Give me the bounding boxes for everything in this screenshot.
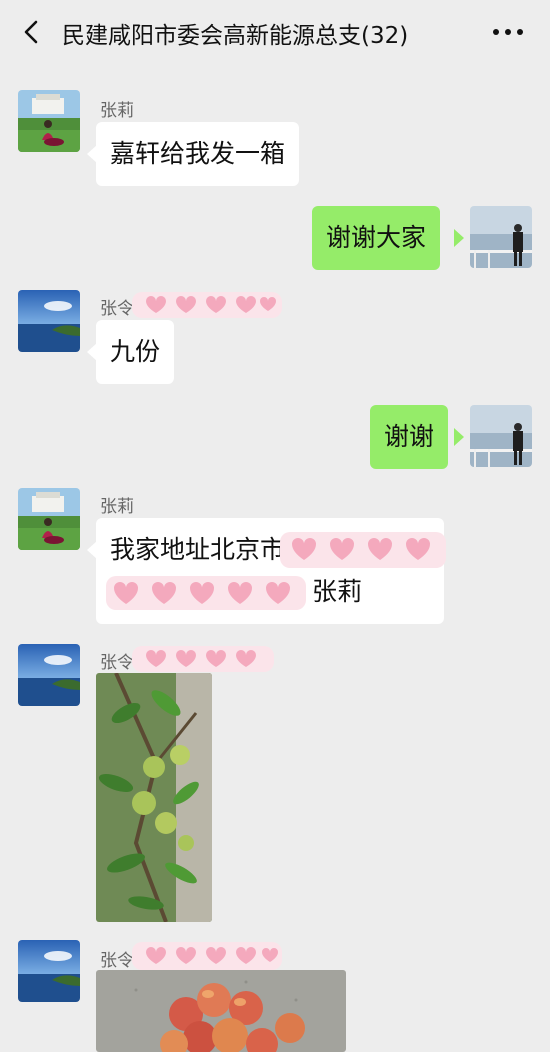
avatar-zhangling[interactable] [18,644,80,706]
avatar-me[interactable] [470,405,532,467]
address-line-2: 张莉 [312,577,363,606]
message-bubble[interactable]: 九份 [96,320,175,384]
avatar-zhangli[interactable] [18,488,80,550]
ellipsis-icon[interactable] [490,18,526,46]
avatar-lawn-photo [18,90,80,152]
redaction-hearts [280,532,446,568]
avatar-seaside-photo [470,206,532,268]
redaction-hearts [132,646,274,672]
sender-name: 张令 [100,951,134,971]
sender-name: 张令 [100,653,134,673]
avatar-me[interactable] [470,206,532,268]
message-bubble[interactable]: 嘉轩给我发一箱 [96,122,300,186]
message-bubble-address[interactable]: 我家地址北京市 张莉 [96,518,446,624]
redaction-hearts [132,942,282,970]
redaction-hearts [132,292,282,318]
avatar-ocean-photo [18,290,80,352]
bubble-tail [454,428,464,446]
avatar-zhangling[interactable] [18,290,80,352]
chat-title: 民建咸阳市委会高新能源总支(32) [62,23,409,49]
sender-name: 张令 [100,299,134,319]
avatar-ocean-photo [18,940,80,1002]
avatar-lawn-photo [18,488,80,550]
avatar-seaside-photo [470,405,532,467]
avatar-zhangling[interactable] [18,940,80,1002]
chat-header: 民建咸阳市委会高新能源总支(32) [0,0,550,64]
address-line-1: 我家地址北京市 [110,535,286,564]
sender-name: 张莉 [100,101,134,121]
chevron-left-icon[interactable] [18,18,46,46]
sender-name: 张莉 [100,497,134,517]
apricot-tree-photo [96,673,212,922]
redacted-address-1 [280,532,446,568]
redacted-address-2 [106,576,306,610]
peaches-photo [96,970,346,1052]
my-message-bubble[interactable]: 谢谢 [370,405,449,469]
bubble-tail [454,229,464,247]
avatar-ocean-photo [18,644,80,706]
redaction-hearts [106,576,306,610]
my-message-bubble[interactable]: 谢谢大家 [312,206,441,270]
redacted-name-suffix [132,646,274,672]
image-message-apricot-tree[interactable] [96,673,212,922]
redacted-name-suffix [132,292,282,318]
redacted-name-suffix [132,942,282,970]
image-message-peaches[interactable] [96,970,346,1052]
avatar-zhangli[interactable] [18,90,80,152]
